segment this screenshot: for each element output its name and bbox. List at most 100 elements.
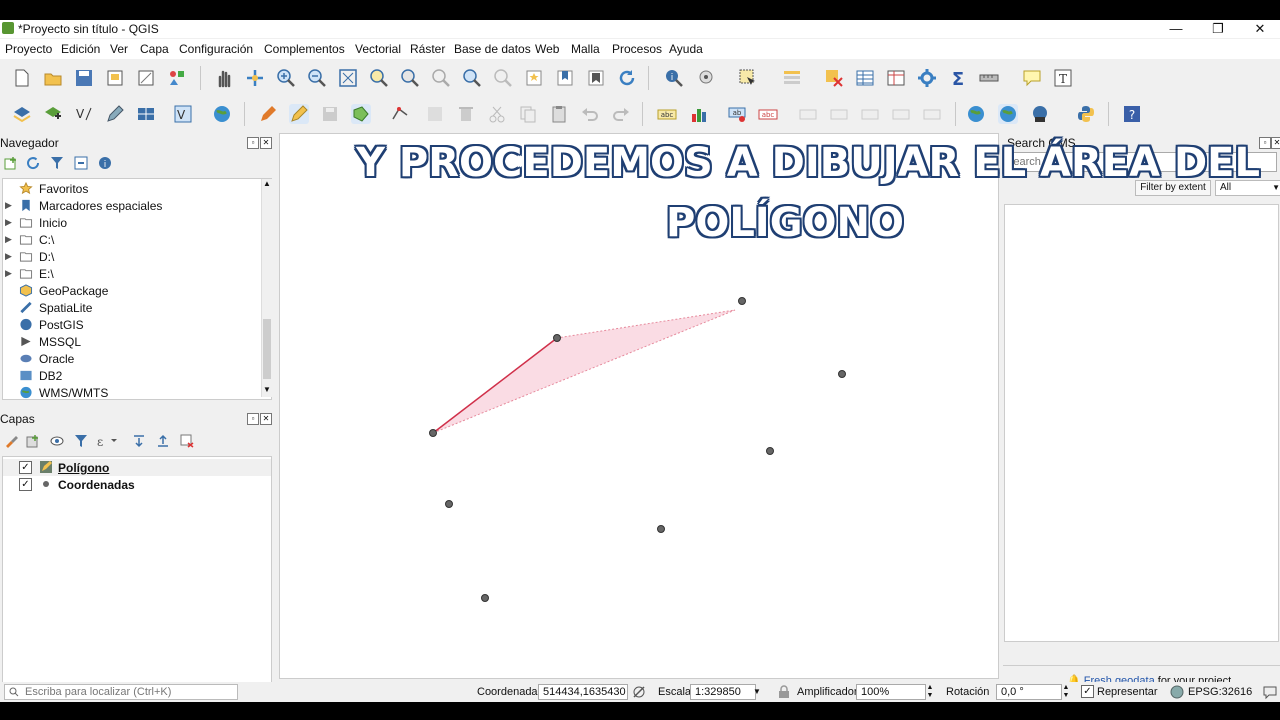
collapse-all-icon[interactable] [74,156,88,170]
collapse-all-icon[interactable] [156,434,170,448]
coordinate-field[interactable]: 514434,1635430 [538,684,628,700]
rotation-spinner[interactable]: ▲ ▼ [1060,684,1072,700]
layer-visibility-checkbox[interactable]: ✓ [19,478,32,491]
navigator-item[interactable]: ▶ E:\ [3,266,263,283]
refresh-icon[interactable] [26,156,40,170]
python-console-icon[interactable] [1076,104,1096,124]
delete-selected-icon[interactable] [456,104,476,124]
zoom-full-icon[interactable] [338,68,358,88]
redo-icon[interactable] [611,104,631,124]
expand-all-icon[interactable] [132,434,146,448]
layer-visibility-checkbox[interactable]: ✓ [19,461,32,474]
visibility-eye-icon[interactable] [50,434,64,448]
add-delimited-text-icon[interactable]: V [74,104,94,124]
statistics-sigma-icon[interactable]: Σ [948,68,968,88]
open-project-icon[interactable] [43,68,63,88]
zoom-native-icon[interactable] [431,68,451,88]
point-feature[interactable] [481,594,489,602]
measure-line-icon[interactable] [979,68,999,88]
toggle-editing-icon[interactable] [289,104,309,124]
menu-malla[interactable]: Malla [571,42,600,56]
point-feature[interactable] [738,297,746,305]
navigator-item[interactable]: PostGIS [3,317,263,334]
float-panel-button[interactable]: ▫ [247,137,259,149]
spatial-bookmark-icon[interactable] [586,68,606,88]
current-edits-icon[interactable] [258,104,278,124]
move-label-icon[interactable] [829,104,849,124]
point-feature[interactable] [657,525,665,533]
scale-dropdown-arrow[interactable]: ▼ [750,684,764,700]
cut-features-icon[interactable] [487,104,507,124]
zoom-out-icon[interactable] [307,68,327,88]
menu-raster[interactable]: Ráster [410,42,445,56]
deselect-icon[interactable] [824,68,844,88]
zoom-to-layer-icon[interactable] [400,68,420,88]
quickmapservices-icon[interactable] [1030,104,1050,124]
menu-edicion[interactable]: Edición [61,42,100,56]
navigator-item[interactable]: SpatiaLite [3,300,263,317]
menu-base-de-datos[interactable]: Base de datos [454,42,531,56]
select-features-icon[interactable] [738,68,758,88]
add-vector-layer-icon[interactable] [43,104,63,124]
expand-arrow-icon[interactable]: ▶ [5,200,12,211]
add-polygon-feature-icon[interactable] [351,104,371,124]
field-calculator-icon[interactable] [886,68,906,88]
add-wms-layer-icon[interactable] [212,104,232,124]
qms-search-icon[interactable] [967,104,987,124]
menu-capa[interactable]: Capa [140,42,169,56]
copy-features-icon[interactable] [518,104,538,124]
point-feature[interactable] [429,429,437,437]
help-icon[interactable]: ? [1122,104,1142,124]
navigator-item[interactable]: Oracle [3,351,263,368]
menu-vectorial[interactable]: Vectorial [355,42,401,56]
modify-attributes-icon[interactable] [425,104,445,124]
highlight-pinned-labels-icon[interactable]: ab [728,104,748,124]
navigator-item[interactable]: ▶ Marcadores espaciales [3,198,263,215]
rotation-field[interactable]: 0,0 ° [996,684,1062,700]
text-annotation-icon[interactable]: T [1053,68,1073,88]
filter-icon[interactable] [50,156,64,170]
render-checkbox[interactable]: ✓ [1081,685,1094,698]
style-brush-icon[interactable] [4,434,18,448]
new-bookmark-icon[interactable] [524,68,544,88]
lock-scale-icon[interactable] [778,685,790,699]
point-feature[interactable] [766,447,774,455]
add-group-icon[interactable] [26,434,40,448]
layout-manager-icon[interactable] [136,68,156,88]
float-panel-button[interactable]: ▫ [247,413,259,425]
point-feature[interactable] [553,334,561,342]
navigator-item[interactable]: DB2 [3,368,263,385]
pin-labels-icon[interactable]: abc [758,104,778,124]
change-label-icon[interactable] [891,104,911,124]
menu-configuracion[interactable]: Configuración [179,42,253,56]
map-tips-icon[interactable] [1022,68,1042,88]
magnifier-spinner[interactable]: ▲ ▼ [924,684,936,700]
layer-row-coordenadas[interactable]: ✓ Coordenadas [3,476,271,493]
navigator-item[interactable]: WMS/WMTS [3,385,263,402]
qms-panel-icon[interactable] [998,104,1018,124]
navigator-scrollbar[interactable]: ▲ ▼ [261,179,272,397]
attribute-table-icon[interactable] [855,68,875,88]
qms-results-list[interactable] [1004,204,1279,642]
navigator-item[interactable]: ▶ D:\ [3,249,263,266]
new-project-icon[interactable] [12,68,32,88]
select-by-value-icon[interactable] [782,68,802,88]
zoom-next-icon[interactable] [493,68,513,88]
expand-arrow-icon[interactable]: ▶ [5,268,12,279]
vertex-tool-icon[interactable] [390,104,410,124]
diagram-icon[interactable] [689,104,709,124]
remove-layer-icon[interactable] [180,434,194,448]
data-source-manager-icon[interactable] [12,104,32,124]
save-edits-icon[interactable] [320,104,340,124]
expand-arrow-icon[interactable]: ▶ [5,217,12,228]
new-print-layout-icon[interactable] [105,68,125,88]
refresh-icon[interactable] [617,68,637,88]
navigator-item[interactable]: MSSQL [3,334,263,351]
label-properties-icon[interactable] [922,104,942,124]
restore-button[interactable]: ❐ [1198,20,1238,38]
filter-legend-icon[interactable] [74,434,88,448]
float-panel-button[interactable]: ▫ [1259,137,1271,149]
paste-features-icon[interactable] [549,104,569,124]
digitize-pencil-icon[interactable] [105,104,125,124]
magnifier-field[interactable]: 100% [856,684,926,700]
